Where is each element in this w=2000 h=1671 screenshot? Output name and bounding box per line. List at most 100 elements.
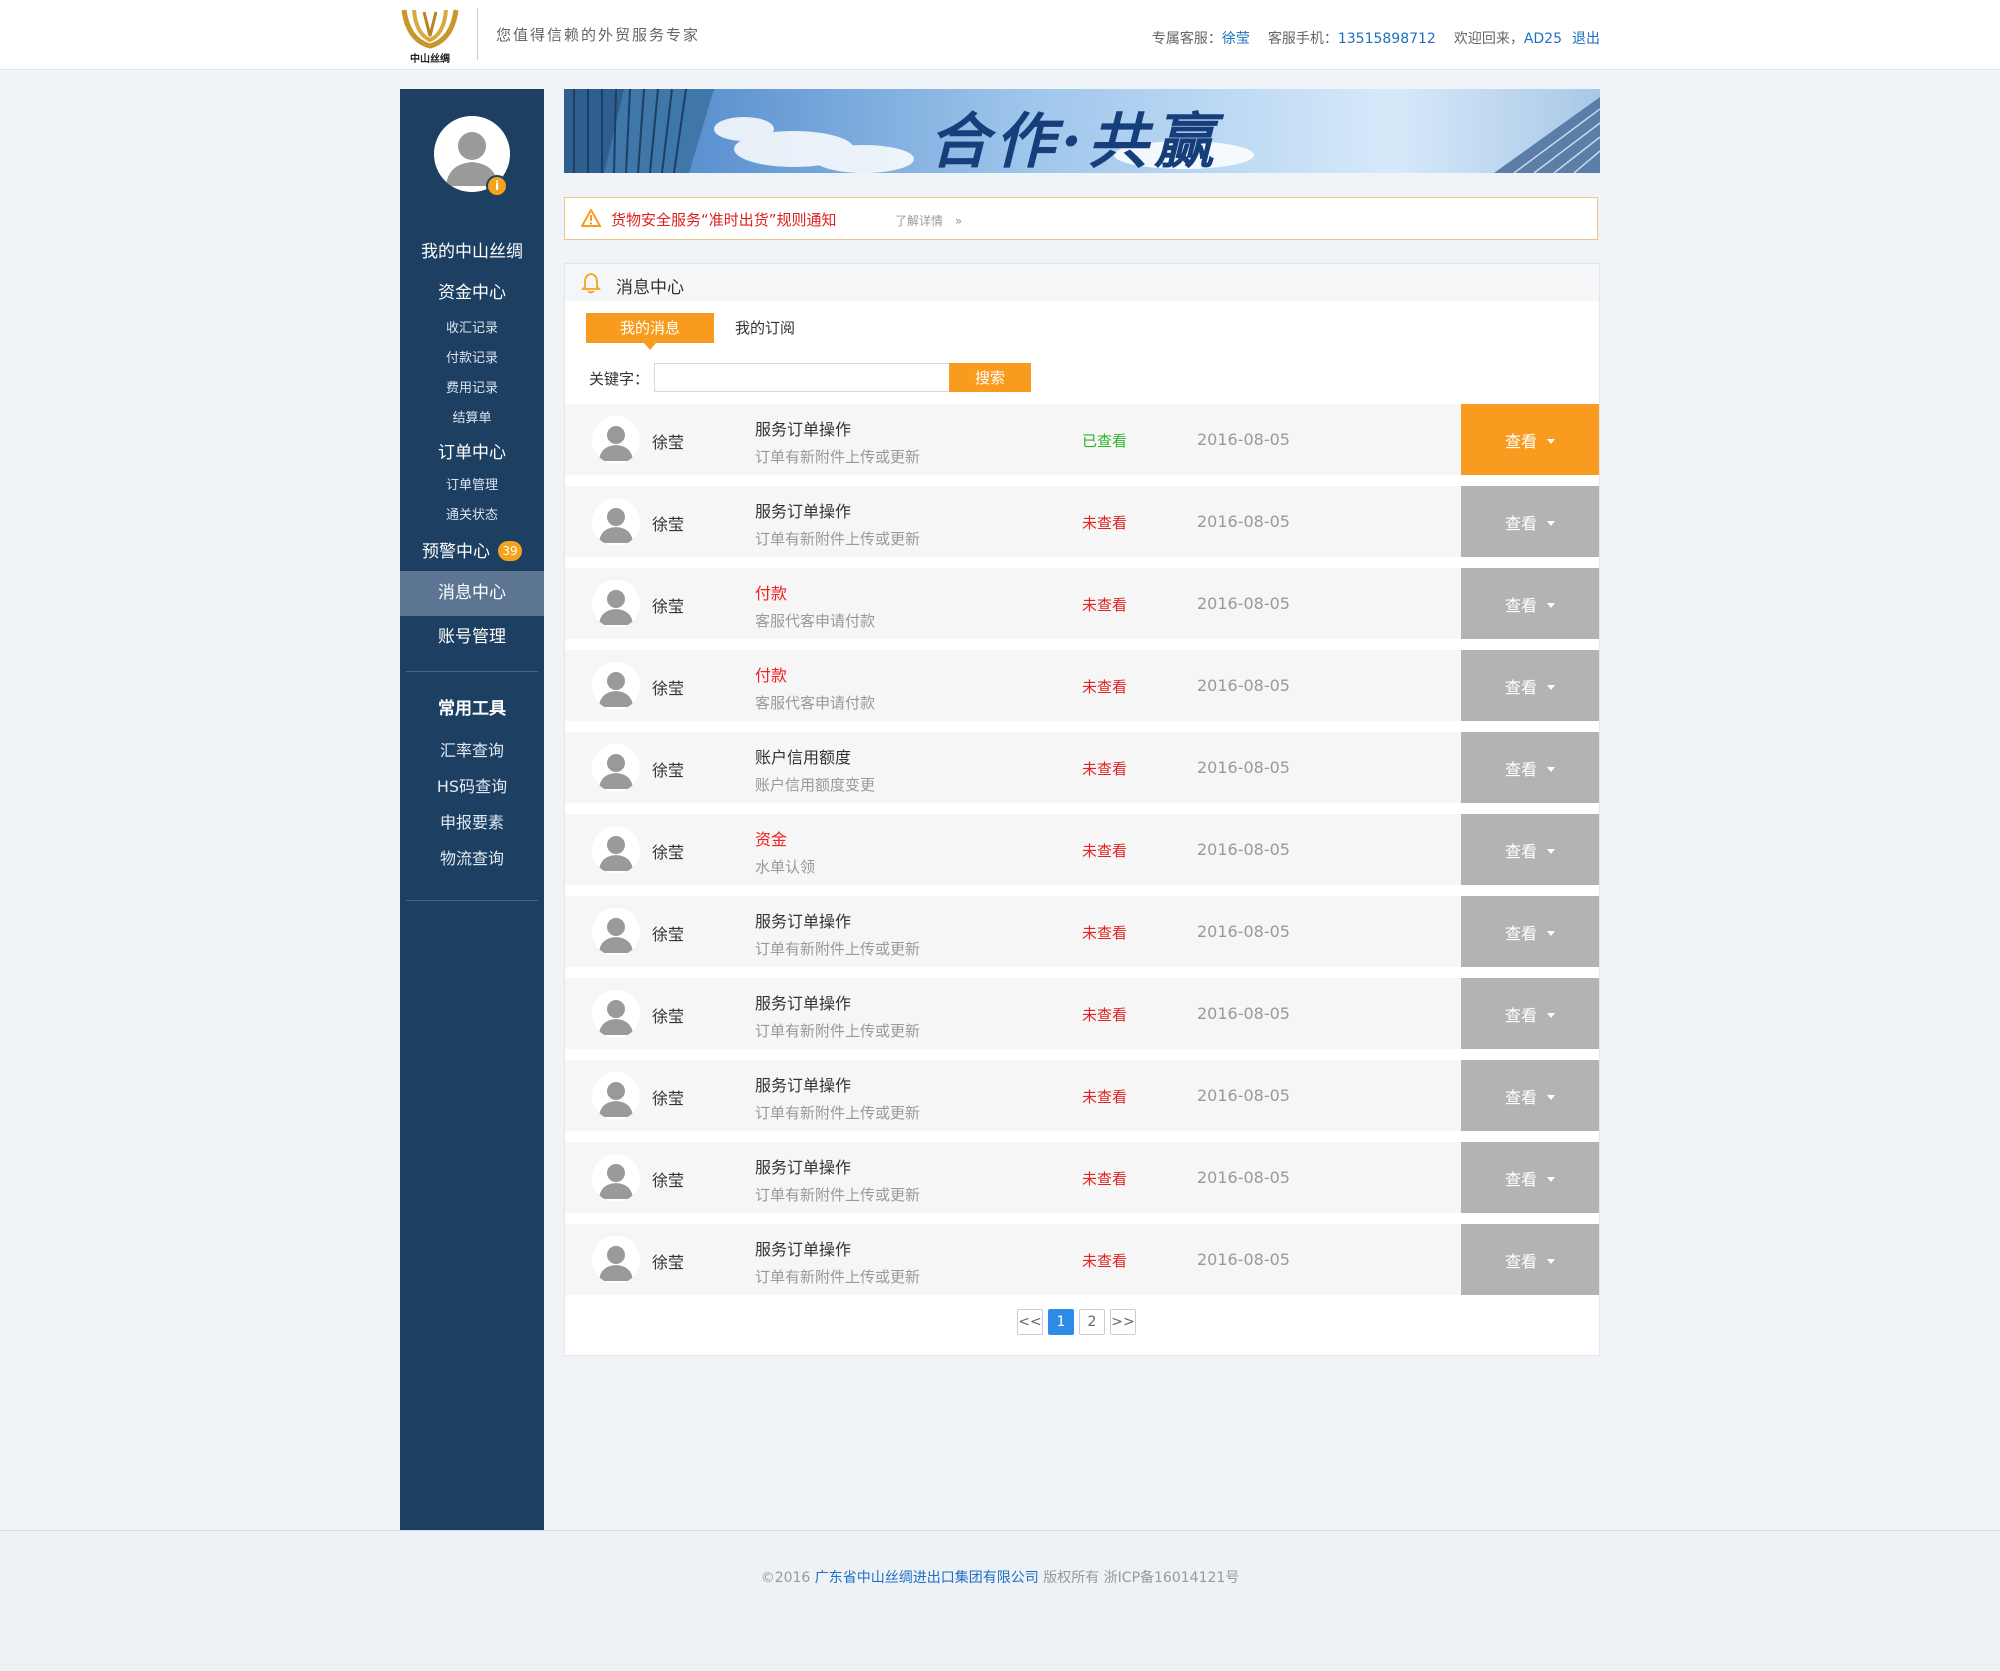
view-dropdown-button[interactable]: 查看 (1461, 814, 1599, 885)
sidebar-orders-center[interactable]: 订单中心 (400, 439, 544, 467)
view-dropdown-button[interactable]: 查看 (1461, 404, 1599, 475)
view-dropdown-button[interactable]: 查看 (1461, 568, 1599, 639)
sender-name: 徐莹 (652, 1089, 685, 1108)
message-date: 2016-08-05 (1197, 840, 1290, 859)
message-date: 2016-08-05 (1197, 1086, 1290, 1105)
message-row: 徐莹 付款 客服代客申请付款 未查看 2016-08-05 查看 (565, 568, 1599, 639)
caret-down-icon (1547, 1094, 1555, 1100)
notice-text[interactable]: 货物安全服务“准时出货”规则通知 (611, 209, 837, 230)
sidebar-funds-center[interactable]: 资金中心 (400, 279, 544, 307)
view-dropdown-button[interactable]: 查看 (1461, 1060, 1599, 1131)
view-dropdown-button[interactable]: 查看 (1461, 732, 1599, 803)
sender-name: 徐莹 (652, 597, 685, 616)
notice-more-label: 了解详情 (895, 214, 944, 228)
sender-name: 徐莹 (652, 1253, 685, 1272)
sidebar-alert-center[interactable]: 预警中心 39 (400, 538, 544, 566)
pager-page-2[interactable]: 2 (1079, 1309, 1105, 1335)
view-dropdown-button[interactable]: 查看 (1461, 978, 1599, 1049)
message-title: 服务订单操作 (755, 1076, 852, 1095)
view-dropdown-button[interactable]: 查看 (1461, 1224, 1599, 1295)
user-silhouette-icon (592, 908, 640, 956)
read-status: 未查看 (1082, 1252, 1128, 1270)
footer-copyright: ©2016 广东省中山丝绸进出口集团有限公司 版权所有 浙ICP备1601412… (0, 1567, 2000, 1587)
username-link[interactable]: AD25 (1524, 31, 1562, 47)
sidebar-account-management[interactable]: 账号管理 (400, 621, 544, 653)
sidebar-item-customs-status[interactable]: 通关状态 (400, 505, 544, 527)
building-left-icon (564, 89, 714, 173)
sender-avatar (592, 826, 640, 874)
slogan: 您值得信赖的外贸服务专家 (496, 26, 701, 44)
header-divider (477, 8, 478, 60)
service-name-link[interactable]: 徐莹 (1222, 31, 1250, 47)
read-status: 未查看 (1082, 924, 1128, 942)
sidebar-item-payments[interactable]: 付款记录 (400, 348, 544, 370)
pager-next-button[interactable]: >> (1110, 1309, 1136, 1335)
view-dropdown-button[interactable]: 查看 (1461, 1142, 1599, 1213)
message-description: 订单有新附件上传或更新 (755, 1268, 921, 1286)
info-badge-icon: i (486, 175, 508, 197)
message-description: 订单有新附件上传或更新 (755, 448, 921, 466)
keyword-input[interactable] (654, 363, 950, 392)
notice-bar: 货物安全服务“准时出货”规则通知 了解详情 » (564, 197, 1598, 240)
search-button[interactable]: 搜索 (949, 363, 1031, 392)
sidebar: i 我的中山丝绸 资金中心 收汇记录 付款记录 费用记录 结算单 订单中心 订单… (400, 89, 544, 1531)
message-row: 徐莹 服务订单操作 订单有新附件上传或更新 未查看 2016-08-05 查看 (565, 1224, 1599, 1295)
sidebar-item-order-management[interactable]: 订单管理 (400, 475, 544, 497)
pager-page-1[interactable]: 1 (1048, 1309, 1074, 1335)
sender-avatar (592, 416, 640, 464)
caret-down-icon (1547, 848, 1555, 854)
sidebar-item-fees[interactable]: 费用记录 (400, 378, 544, 400)
view-dropdown-button[interactable]: 查看 (1461, 650, 1599, 721)
tool-hs-code[interactable]: HS码查询 (400, 774, 544, 800)
sidebar-my-zhongshan[interactable]: 我的中山丝绸 (400, 238, 544, 266)
message-title: 服务订单操作 (755, 912, 852, 931)
message-date: 2016-08-05 (1197, 512, 1290, 531)
sidebar-divider-bottom (406, 900, 538, 901)
message-description: 订单有新附件上传或更新 (755, 530, 921, 548)
caret-down-icon (1547, 1012, 1555, 1018)
caret-down-icon (1547, 1176, 1555, 1182)
read-status: 已查看 (1082, 432, 1128, 450)
user-silhouette-icon (592, 1236, 640, 1284)
company-logo[interactable]: 中山丝绸 (400, 6, 460, 65)
tool-logistics[interactable]: 物流查询 (400, 846, 544, 872)
view-button-label: 查看 (1504, 759, 1537, 779)
tool-declaration-elements[interactable]: 申报要素 (400, 810, 544, 836)
alert-count-badge: 39 (498, 541, 522, 561)
view-button-label: 查看 (1504, 513, 1537, 533)
caret-down-icon (1547, 602, 1555, 608)
sender-name: 徐莹 (652, 1171, 685, 1190)
sender-name: 徐莹 (652, 679, 685, 698)
tool-exchange-rate[interactable]: 汇率查询 (400, 738, 544, 764)
tab-my-messages[interactable]: 我的消息 (586, 313, 714, 350)
view-button-label: 查看 (1504, 1169, 1537, 1189)
banner-slogan: 合作·共赢 (929, 107, 1220, 173)
phone-label: 客服手机： (1267, 31, 1338, 47)
notice-more-link[interactable]: 了解详情 » (895, 212, 962, 229)
read-status: 未查看 (1082, 678, 1128, 696)
sidebar-item-receipts[interactable]: 收汇记录 (400, 318, 544, 340)
message-title: 服务订单操作 (755, 502, 852, 521)
sidebar-item-statements[interactable]: 结算单 (400, 408, 544, 430)
tab-my-subscriptions[interactable]: 我的订阅 (735, 313, 795, 343)
bell-icon (581, 273, 601, 294)
pager-prev-button[interactable]: << (1017, 1309, 1043, 1335)
view-dropdown-button[interactable]: 查看 (1461, 486, 1599, 557)
sender-name: 徐莹 (652, 843, 685, 862)
sender-avatar (592, 580, 640, 628)
promo-banner[interactable]: 合作·共赢 (564, 89, 1600, 173)
service-label: 专属客服： (1151, 31, 1222, 47)
user-silhouette-icon (592, 1154, 640, 1202)
footer-company-link[interactable]: 广东省中山丝绸进出口集团有限公司 (815, 1570, 1039, 1586)
sender-avatar (592, 1072, 640, 1120)
sender-name: 徐莹 (652, 433, 685, 452)
view-dropdown-button[interactable]: 查看 (1461, 896, 1599, 967)
sidebar-message-center[interactable]: 消息中心 (400, 571, 544, 616)
logo-text: 中山丝绸 (410, 54, 450, 65)
user-silhouette-icon (592, 498, 640, 546)
sender-avatar (592, 1154, 640, 1202)
read-status: 未查看 (1082, 1170, 1128, 1188)
pagination: << 1 2 >> (565, 1309, 1599, 1335)
logout-link[interactable]: 退出 (1572, 31, 1600, 47)
read-status: 未查看 (1082, 1088, 1128, 1106)
